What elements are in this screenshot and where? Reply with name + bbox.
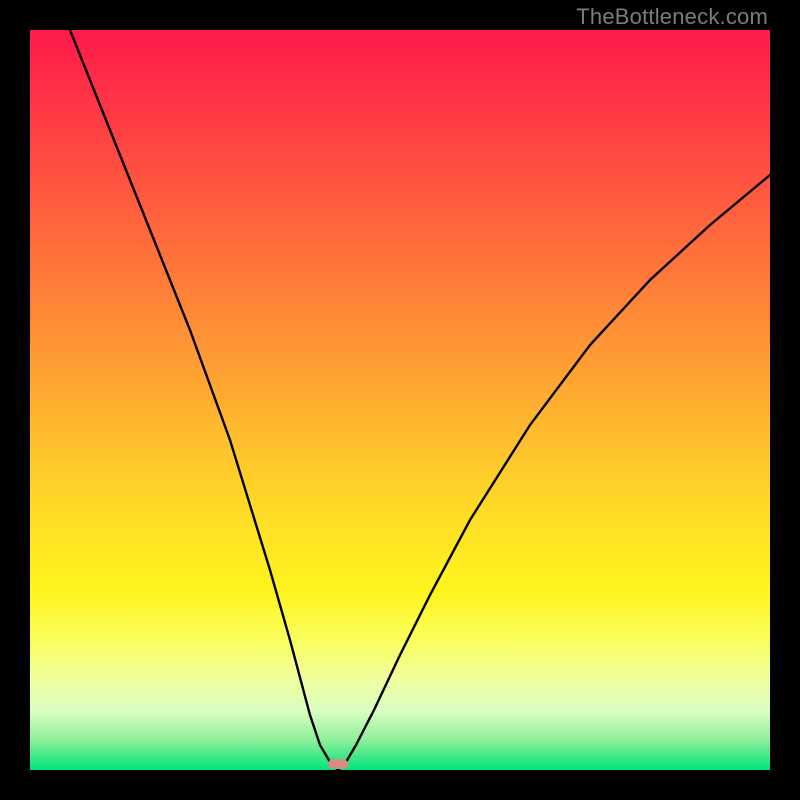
bottleneck-curve [30,30,770,770]
curve-path [70,30,770,770]
chart-frame: TheBottleneck.com [0,0,800,800]
watermark-text: TheBottleneck.com [576,4,768,30]
plot-area [30,30,770,770]
minimum-marker [328,759,348,769]
